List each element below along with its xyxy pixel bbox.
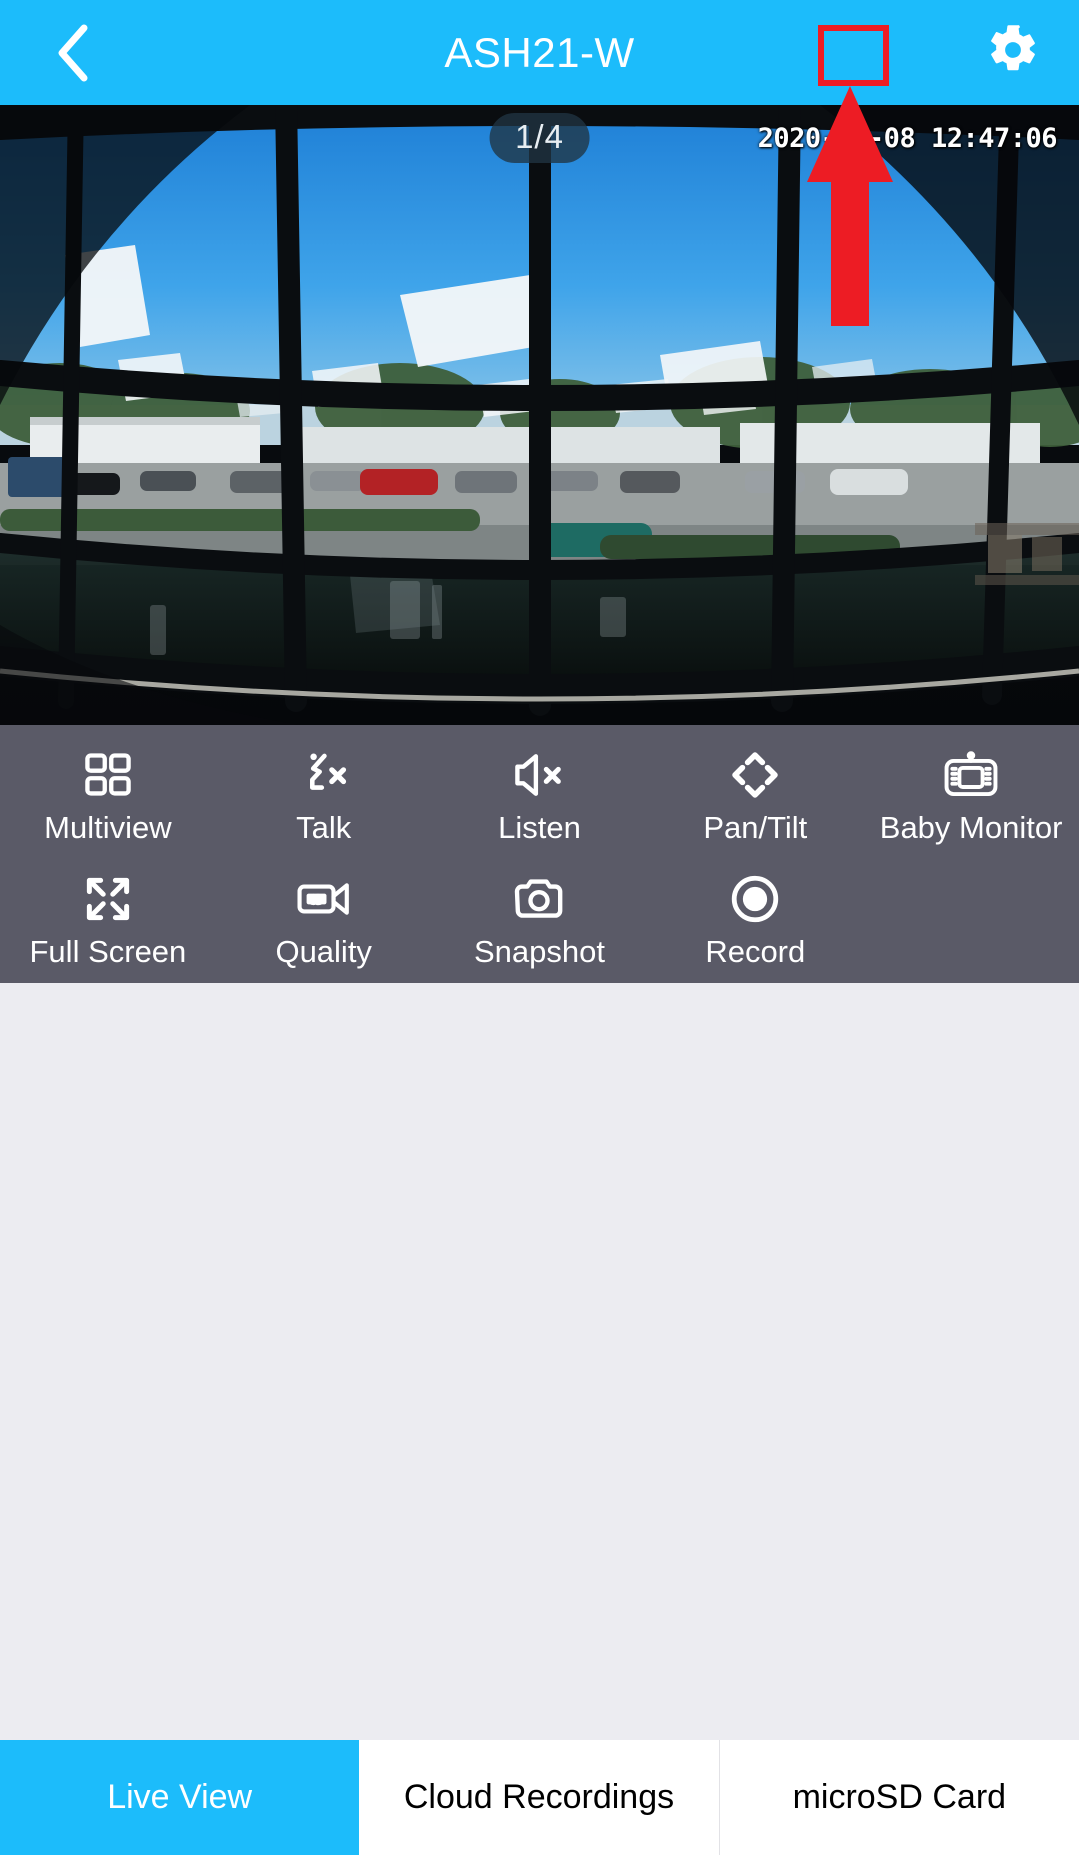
control-label: Full Screen [29, 934, 187, 970]
record-circle-icon [729, 871, 781, 927]
baby-monitor-icon [942, 747, 1000, 803]
pan-tilt-icon [729, 747, 781, 803]
control-label: Listen [498, 810, 581, 845]
control-quality[interactable]: SD Quality [216, 867, 432, 969]
control-baby-monitor[interactable]: Baby Monitor [863, 743, 1079, 845]
control-multiview[interactable]: Multiview [0, 743, 216, 845]
control-record[interactable]: Record [647, 867, 863, 969]
back-button[interactable] [38, 18, 108, 88]
control-label: Baby Monitor [879, 810, 1063, 845]
control-label: Multiview [44, 810, 172, 845]
camera-controls-panel: Multiview Talk Listen Pan/Tilt Baby Moni… [0, 725, 1079, 984]
stream-count-badge: 1/4 [489, 113, 590, 163]
tab-microsd-card[interactable]: microSD Card [719, 1740, 1079, 1855]
control-label: Pan/Tilt [703, 810, 808, 845]
camera-icon [512, 871, 566, 927]
control-label: Quality [275, 934, 372, 970]
camera-live-view-screen: ASH21-W 1/4 2020-01-08 12:47:06 Multivie… [0, 0, 1079, 1855]
control-label: Record [705, 934, 806, 970]
app-header: ASH21-W [0, 0, 1079, 105]
control-pan-tilt[interactable]: Pan/Tilt [647, 743, 863, 845]
content-area [0, 983, 1079, 1740]
control-label: Snapshot [473, 934, 605, 970]
control-listen[interactable]: Listen [432, 743, 648, 845]
control-label: Talk [296, 810, 352, 845]
grid-four-icon [82, 747, 134, 803]
page-title: ASH21-W [444, 28, 635, 76]
video-timestamp-overlay: 2020-01-08 12:47:06 [757, 123, 1058, 154]
tab-cloud-recordings[interactable]: Cloud Recordings [359, 1740, 720, 1855]
sd-camera-icon: SD [295, 871, 353, 927]
tab-live-view[interactable]: Live View [0, 1740, 360, 1855]
expand-icon [82, 871, 134, 927]
bottom-tab-bar: Live View Cloud Recordings microSD Card [0, 1740, 1079, 1855]
controls-row-secondary: Full Screen SD Quality Snapshot Record [0, 867, 1079, 969]
video-frame [0, 105, 1079, 725]
control-talk[interactable]: Talk [216, 743, 432, 845]
live-video-player[interactable]: 1/4 2020-01-08 12:47:06 [0, 105, 1079, 725]
control-full-screen[interactable]: Full Screen [0, 867, 216, 969]
control-snapshot[interactable]: Snapshot [432, 867, 648, 969]
settings-button[interactable] [975, 15, 1051, 91]
svg-text:SD: SD [310, 895, 322, 906]
controls-row-primary: Multiview Talk Listen Pan/Tilt Baby Moni… [0, 743, 1079, 845]
speaker-muted-icon [512, 747, 566, 803]
talk-muted-icon [298, 747, 350, 803]
chevron-left-icon [51, 22, 95, 84]
gear-icon [986, 23, 1040, 82]
